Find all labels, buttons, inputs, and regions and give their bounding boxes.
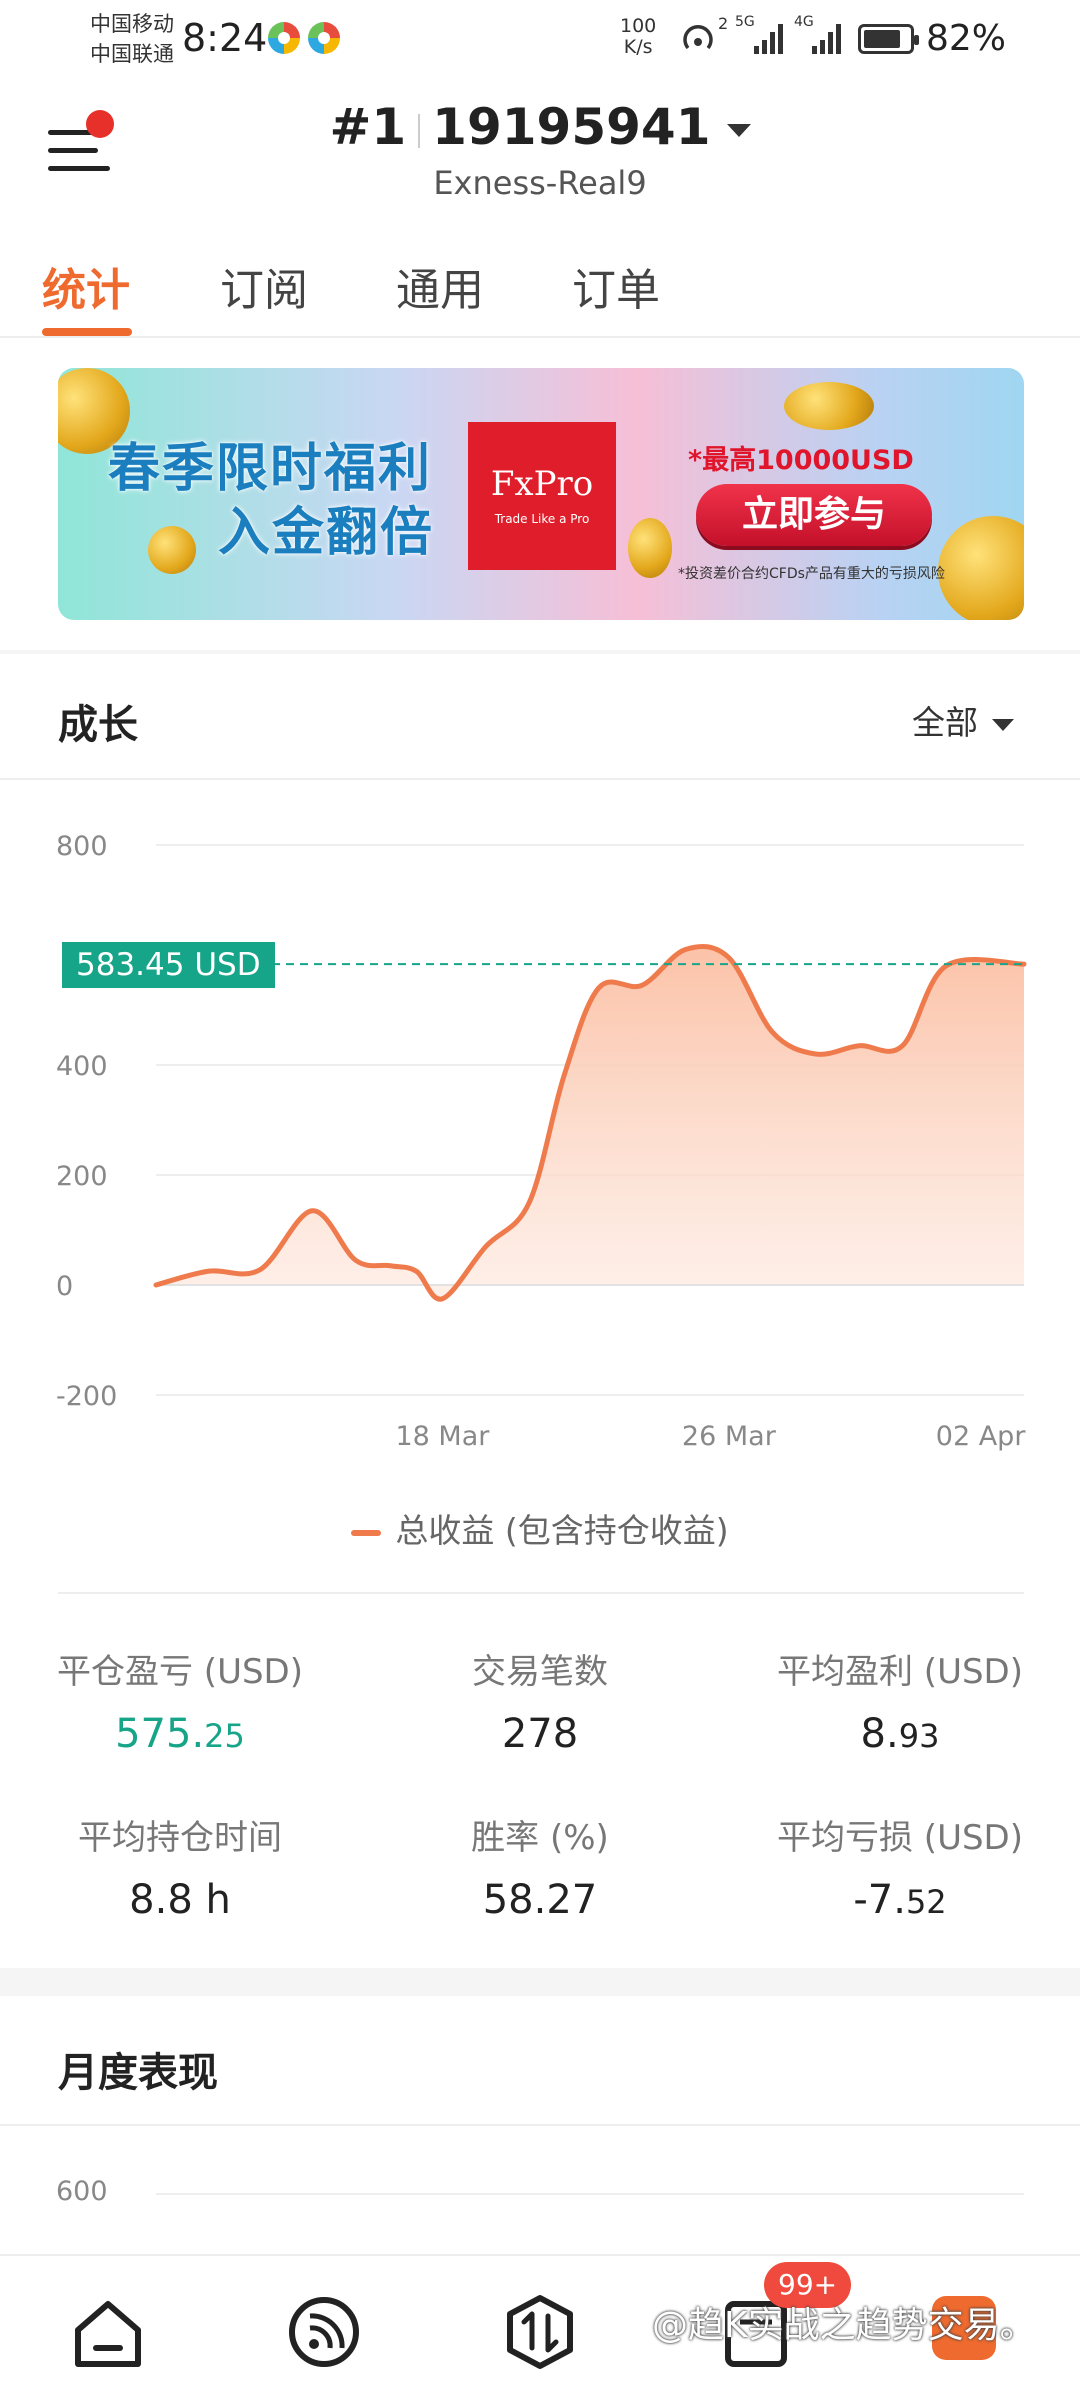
battery-icon: [858, 24, 919, 54]
stat-avg-loss: 平均亏损 (USD) -7.52: [730, 1810, 1070, 1923]
monthly-y-tick: 600: [56, 2176, 108, 2207]
risk-disclaimer: *投资差价合约CFDs产品有重大的亏损风险: [678, 566, 945, 582]
account-selector[interactable]: #1 19195941: [0, 98, 1080, 156]
fxpro-logo: FxPro Trade Like a Pro: [468, 422, 616, 570]
promo-banner[interactable]: 春季限时福利 入金翻倍 FxPro Trade Like a Pro *最高10…: [58, 368, 1024, 620]
coin-icon: [148, 526, 196, 574]
coin-icon: [628, 518, 672, 578]
stat-value: 8.93: [860, 1711, 940, 1757]
legend-swatch: [351, 1529, 382, 1536]
network-speed-value: 100: [620, 15, 657, 37]
stat-win-rate: 胜率 (%) 58.27: [370, 1810, 710, 1923]
stat-label: 平均持仓时间: [78, 1818, 282, 1858]
app-notification-icons: [268, 22, 340, 54]
section-divider: [0, 650, 1080, 654]
battery-percent: 82%: [926, 18, 1007, 59]
y-tick-label: -200: [56, 1381, 117, 1412]
stat-label: 平仓盈亏 (USD): [57, 1652, 303, 1692]
divider: [0, 2124, 1080, 2126]
y-tick-label: 0: [56, 1271, 73, 1302]
stat-value: 8.8 h: [129, 1877, 231, 1923]
range-dropdown-label: 全部: [912, 703, 978, 742]
account-index: #1: [329, 98, 407, 156]
signal-sub: 2: [718, 14, 729, 33]
y-tick-label: 400: [56, 1051, 108, 1082]
fxpro-tagline: Trade Like a Pro: [494, 512, 590, 526]
growth-chart: 800 400 200 0 -200 18 Mar 26 Mar 02 Apr: [56, 831, 1027, 1452]
signal-icon: [812, 24, 841, 54]
stat-value: 58.27: [482, 1877, 598, 1923]
trade-icon[interactable]: [500, 2292, 580, 2372]
join-now-button[interactable]: 立即参与: [696, 484, 932, 546]
status-bar: 中国移动 中国联通 8:24 100 K/s 2 5G 4G 82%: [0, 0, 1080, 80]
server-name: Exness-Real9: [433, 164, 647, 202]
notification-app-icon: [268, 22, 300, 54]
y-tick-label: 800: [56, 831, 108, 862]
stat-avg-hold-time: 平均持仓时间 8.8 h: [10, 1810, 350, 1923]
chevron-down-icon: [992, 718, 1014, 731]
tab-subscribe[interactable]: 订阅: [220, 254, 308, 318]
fxpro-logo-text: FxPro: [490, 464, 594, 504]
stat-value: 575.25: [115, 1711, 245, 1757]
network-speed: 100 K/s: [620, 16, 656, 58]
battery-level: [864, 30, 901, 48]
carrier-2: 中国联通: [90, 42, 174, 66]
x-tick-label: 18 Mar: [395, 1421, 490, 1452]
stat-closed-pnl: 平仓盈亏 (USD) 575.25: [10, 1644, 350, 1757]
tab-orders[interactable]: 订单: [572, 254, 660, 318]
gridline: [156, 2193, 1024, 2195]
stat-avg-profit: 平均盈利 (USD) 8.93: [730, 1644, 1070, 1757]
stat-label: 平均盈利 (USD): [777, 1652, 1023, 1692]
legend-label: 总收益 (包含持仓收益): [395, 1511, 729, 1550]
active-tab-indicator: [42, 328, 132, 336]
tab-general[interactable]: 通用: [396, 254, 484, 318]
stat-trade-count: 交易笔数 278: [370, 1644, 710, 1757]
stat-label: 交易笔数: [472, 1652, 608, 1692]
coin-icon: [784, 382, 874, 430]
monthly-title: 月度表现: [58, 2050, 218, 2096]
stat-value: -7.52: [853, 1877, 947, 1923]
divider: [0, 778, 1080, 780]
banner-headline: *最高10000USD: [688, 445, 914, 476]
feed-icon[interactable]: [284, 2292, 364, 2372]
y-tick-label: 200: [56, 1161, 108, 1192]
section-divider: [0, 1968, 1080, 1996]
carrier-1: 中国移动: [90, 12, 174, 36]
growth-title: 成长: [58, 702, 138, 748]
hotspot-icon: [683, 24, 713, 50]
status-time: 8:24: [182, 16, 268, 60]
network-speed-unit: K/s: [623, 36, 653, 58]
coin-icon: [938, 516, 1024, 620]
stat-value: 278: [501, 1711, 579, 1757]
divider: [58, 1592, 1024, 1594]
stat-label: 平均亏损 (USD): [777, 1818, 1023, 1858]
notification-app-icon: [308, 22, 340, 54]
stat-label: 胜率 (%): [471, 1818, 609, 1858]
range-dropdown[interactable]: 全部: [912, 696, 1014, 744]
banner-title-line2: 入金翻倍: [218, 503, 435, 563]
account-number: 19195941: [432, 98, 711, 156]
watermark: @趋K实战之趋势交易。: [652, 2305, 1036, 2346]
x-tick-label: 02 Apr: [936, 1421, 1027, 1452]
signal-icon: [754, 24, 783, 54]
chart-legend: 总收益 (包含持仓收益): [0, 1504, 1080, 1552]
chevron-down-icon: [726, 124, 751, 137]
x-tick-label: 26 Mar: [682, 1421, 777, 1452]
tab-bar: 统计 订阅 通用 订单: [0, 240, 1080, 338]
home-icon[interactable]: [68, 2292, 148, 2372]
current-value-tag: 583.45 USD: [62, 942, 275, 988]
tab-stats[interactable]: 统计: [42, 254, 130, 318]
